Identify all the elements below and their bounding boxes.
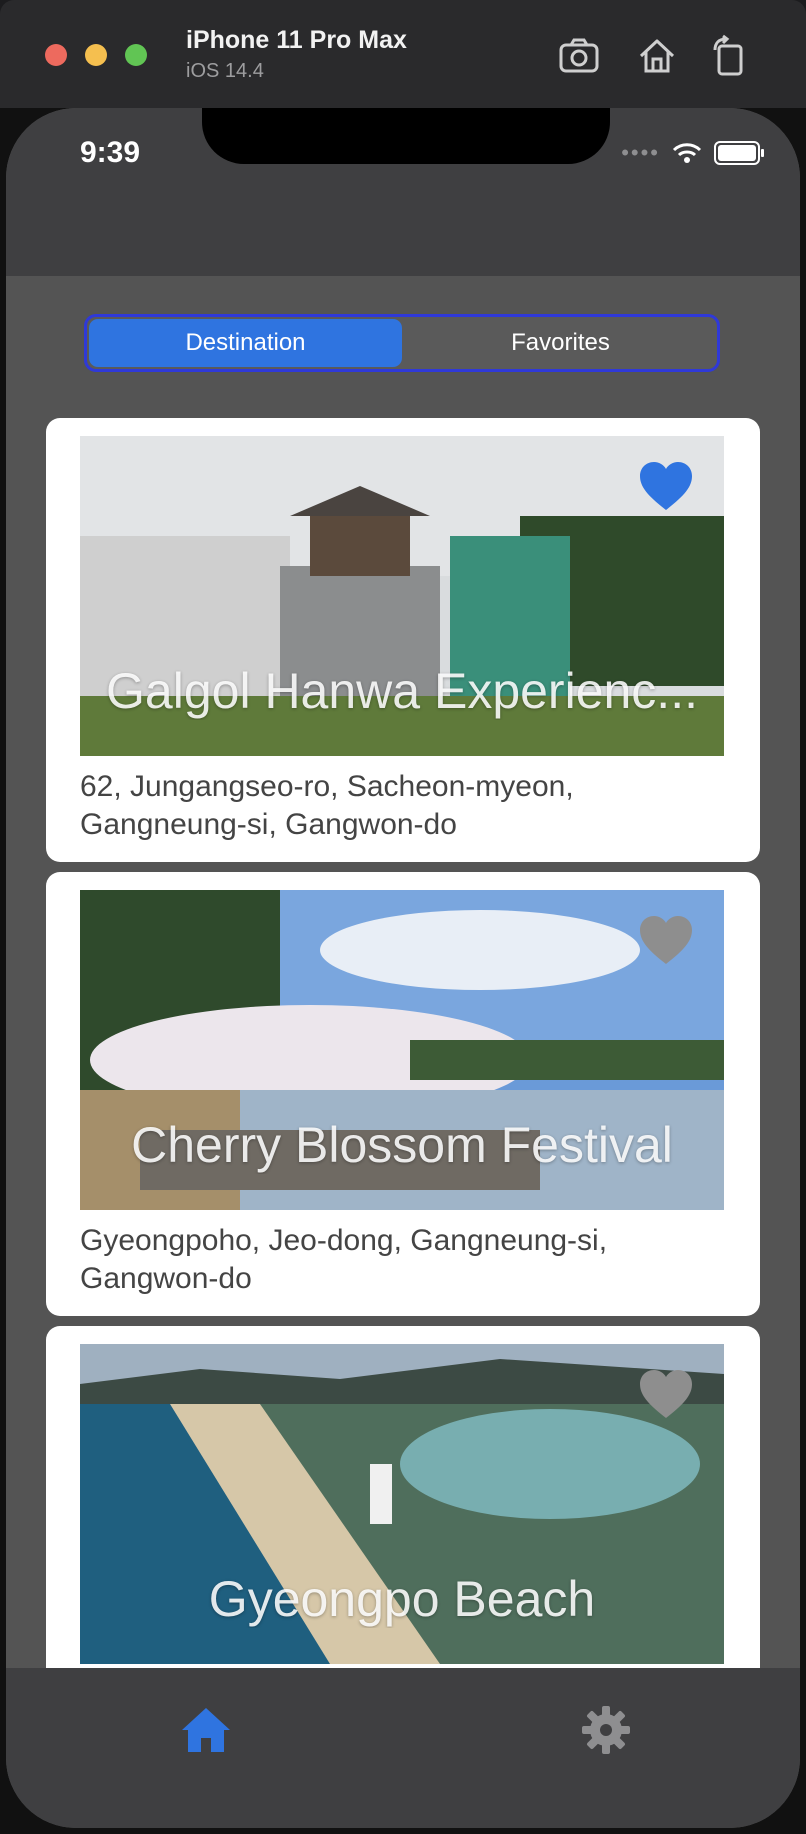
zoom-window-button[interactable] [125, 44, 147, 66]
heart-icon[interactable] [638, 460, 694, 512]
camera-icon [559, 38, 599, 73]
destination-address: Gyeongpoho, Jeo-dong, Gangneung-si, Gang… [80, 1224, 608, 1295]
signal-icon: •••• [621, 140, 660, 165]
minimize-window-button[interactable] [85, 44, 107, 66]
os-version: iOS 14.4 [186, 60, 264, 82]
destination-title: Cherry Blossom Festival [131, 1117, 673, 1173]
simulator-toolbar: iPhone 11 Pro Max iOS 14.4 [0, 0, 806, 112]
home-icon[interactable] [178, 1702, 234, 1758]
home-icon [639, 39, 675, 73]
tab-bar [6, 1668, 800, 1828]
segmented-control: Destination Favorites [84, 314, 720, 372]
screenshot-button[interactable] [555, 32, 603, 80]
destination-image: Galgol Hanwa Experienc... [80, 436, 724, 756]
destination-address: 62, Jungangseo-ro, Sacheon-myeon, Gangne… [80, 770, 574, 841]
destination-title: Gyeongpo Beach [208, 1571, 596, 1627]
heart-icon[interactable] [638, 914, 694, 966]
destination-image: Gyeongpo Beach [80, 1344, 724, 1664]
heart-icon[interactable] [638, 1368, 694, 1420]
status-icons: •••• [621, 140, 764, 166]
destination-card[interactable]: Cherry Blossom Festival Gyeongpoho, Jeo-… [46, 872, 760, 1316]
wifi-icon [672, 143, 702, 163]
destination-title: Galgol Hanwa Experienc... [106, 663, 698, 719]
tab-destination[interactable]: Destination [89, 319, 402, 367]
navigation-bar: 9:39 •••• [6, 108, 800, 276]
notch [202, 108, 610, 164]
rotate-button[interactable] [705, 32, 753, 80]
device-frame: 9:39 •••• Destination Favorites Galgol H… [0, 108, 806, 1834]
destination-card[interactable]: Galgol Hanwa Experienc... 62, Jungangseo… [46, 418, 760, 862]
home-button[interactable] [633, 32, 681, 80]
gear-icon[interactable] [578, 1702, 634, 1758]
battery-icon [714, 141, 764, 165]
status-time: 9:39 [80, 136, 141, 169]
rotate-icon [713, 34, 743, 76]
tab-favorites[interactable]: Favorites [404, 317, 717, 369]
destination-image: Cherry Blossom Festival [80, 890, 724, 1210]
close-window-button[interactable] [45, 44, 67, 66]
device-name: iPhone 11 Pro Max [186, 26, 407, 54]
app-screen: 9:39 •••• Destination Favorites Galgol H… [6, 108, 800, 1828]
